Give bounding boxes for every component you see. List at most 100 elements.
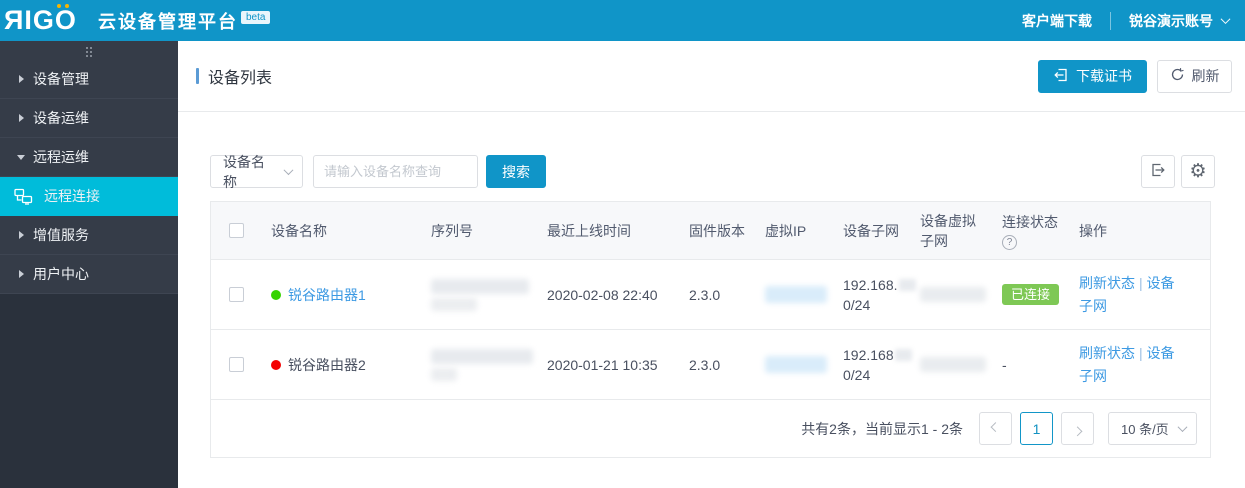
subnet-redacted <box>899 279 916 291</box>
header-cell-serial: 序列号 <box>415 202 531 259</box>
chevron-right-icon <box>1073 426 1083 436</box>
search-input[interactable] <box>313 155 478 188</box>
next-page-button[interactable] <box>1061 412 1094 445</box>
help-icon[interactable]: ? <box>1002 235 1017 250</box>
virtual-ip-cell <box>749 260 827 329</box>
page-size-select[interactable]: 10 条/页 <box>1108 412 1197 445</box>
caret-right-icon <box>19 231 24 239</box>
row-checkbox[interactable] <box>229 287 244 302</box>
sidebar-collapse-handle[interactable] <box>0 41 178 60</box>
app-title: 云设备管理平台beta <box>98 8 270 34</box>
header-cell-subnet: 设备子网 <box>827 202 904 259</box>
sidebar-item-value-added-services[interactable]: 增值服务 <box>0 216 178 255</box>
header-cell-virtual-ip: 虚拟IP <box>749 202 827 259</box>
status-badge: 已连接 <box>1002 284 1059 305</box>
title-accent-bar <box>196 68 199 84</box>
table-row: 锐谷路由器1 2020-02-08 22:40 2.3.0 192.168. 0… <box>211 259 1210 329</box>
row-select-cell <box>211 330 255 399</box>
firmware-cell: 2.3.0 <box>673 260 749 329</box>
table-row: 锐谷路由器2 2020-01-21 10:35 2.3.0 192.168 0/… <box>211 329 1210 399</box>
virtual-subnet-cell <box>904 260 986 329</box>
header-cell-virtual-subnet: 设备虚拟子网 <box>904 202 986 259</box>
select-all-checkbox[interactable] <box>229 223 244 238</box>
device-name-link[interactable]: 锐谷路由器1 <box>288 285 366 305</box>
virtual-ip-redacted <box>765 286 827 303</box>
chevron-down-icon <box>1221 14 1231 24</box>
export-button[interactable] <box>1141 155 1175 188</box>
logo-o: O <box>55 7 76 34</box>
serial-cell <box>415 330 531 399</box>
subnet-cell: 192.168 0/24 <box>827 330 904 399</box>
last-online-cell: 2020-01-21 10:35 <box>531 330 673 399</box>
download-cert-icon <box>1053 67 1069 86</box>
serial-redacted <box>431 349 533 364</box>
prev-page-button[interactable] <box>979 412 1012 445</box>
client-download-link[interactable]: 客户端下载 <box>1022 11 1092 31</box>
subnet-cell: 192.168. 0/24 <box>827 260 904 329</box>
caret-down-icon <box>17 155 25 160</box>
serial-redacted <box>431 298 477 311</box>
logo-dot <box>65 4 69 8</box>
beta-badge: beta <box>241 11 270 24</box>
sidebar-item-device-operations[interactable]: 设备运维 <box>0 99 178 138</box>
last-online-cell: 2020-02-08 22:40 <box>531 260 673 329</box>
header-cell-select-all <box>211 202 255 259</box>
topbar-divider <box>1110 12 1111 30</box>
device-name-cell: 锐谷路由器1 <box>255 260 415 329</box>
page-head: 设备列表 下载证书 <box>178 41 1245 112</box>
account-name: 锐谷演示账号 <box>1129 11 1213 31</box>
download-cert-button[interactable]: 下载证书 <box>1038 60 1147 93</box>
pagination-bar: 共有2条，当前显示1 - 2条 1 10 条/页 <box>211 399 1210 457</box>
virtual-ip-redacted <box>765 356 827 373</box>
page-title: 设备列表 <box>196 64 272 88</box>
logo-text: ЯIG <box>4 7 55 34</box>
app-header: ЯIGO 云设备管理平台beta 客户端下载 锐谷演示账号 <box>0 0 1245 41</box>
virtual-subnet-redacted <box>920 357 986 372</box>
sidebar-item-device-management[interactable]: 设备管理 <box>0 60 178 99</box>
gear-icon: ⚙ <box>1189 162 1206 181</box>
main-content: 设备列表 下载证书 <box>178 41 1245 488</box>
search-button[interactable]: 搜索 <box>486 155 546 188</box>
export-icon <box>1150 162 1166 181</box>
virtual-ip-cell <box>749 330 827 399</box>
header-cell-name: 设备名称 <box>255 202 415 259</box>
sidebar-item-remote-connect[interactable]: 远程连接 <box>0 177 178 216</box>
device-name-cell: 锐谷路由器2 <box>255 330 415 399</box>
refresh-icon <box>1170 67 1185 85</box>
actions-cell: 刷新状态| 设备子网 <box>1063 260 1210 329</box>
row-checkbox[interactable] <box>229 357 244 372</box>
header-cell-connection: 连接状态 ? <box>986 202 1063 259</box>
device-name-text: 锐谷路由器2 <box>288 355 366 375</box>
caret-right-icon <box>19 270 24 278</box>
header-cell-firmware: 固件版本 <box>673 202 749 259</box>
subnet-redacted <box>895 349 912 361</box>
refresh-button[interactable]: 刷新 <box>1157 60 1232 93</box>
page-actions: 下载证书 刷新 <box>1038 60 1232 93</box>
chevron-down-icon <box>1178 422 1188 432</box>
account-menu[interactable]: 锐谷演示账号 <box>1129 11 1229 31</box>
sidebar: 设备管理 设备运维 远程运维 远程连接 增值服务 <box>0 41 178 488</box>
sidebar-menu: 设备管理 设备运维 远程运维 远程连接 增值服务 <box>0 41 178 294</box>
sidebar-item-user-center[interactable]: 用户中心 <box>0 255 178 294</box>
offline-status-dot <box>271 360 281 370</box>
header-cell-last-online: 最近上线时间 <box>531 202 673 259</box>
logo-dot <box>57 4 61 8</box>
search-field-select[interactable]: 设备名称 <box>210 155 303 188</box>
device-table: 设备名称 序列号 最近上线时间 固件版本 虚拟IP 设备子网 设备虚拟子网 连接… <box>210 201 1211 458</box>
pagination-summary: 共有2条，当前显示1 - 2条 <box>801 419 963 439</box>
column-settings-button[interactable]: ⚙ <box>1181 155 1215 188</box>
page-1-button[interactable]: 1 <box>1020 412 1053 445</box>
virtual-subnet-redacted <box>920 287 986 302</box>
header-cell-actions: 操作 <box>1063 202 1210 259</box>
actions-cell: 刷新状态| 设备子网 <box>1063 330 1210 399</box>
refresh-status-link[interactable]: 刷新状态 <box>1079 345 1135 361</box>
chevron-down-icon <box>284 165 294 175</box>
sidebar-item-remote-operations[interactable]: 远程运维 <box>0 138 178 177</box>
serial-redacted <box>431 368 457 381</box>
caret-right-icon <box>19 114 24 122</box>
refresh-status-link[interactable]: 刷新状态 <box>1079 275 1135 291</box>
action-separator: | <box>1139 275 1143 291</box>
serial-redacted <box>431 279 529 294</box>
row-select-cell <box>211 260 255 329</box>
remote-connection-icon <box>14 188 33 205</box>
